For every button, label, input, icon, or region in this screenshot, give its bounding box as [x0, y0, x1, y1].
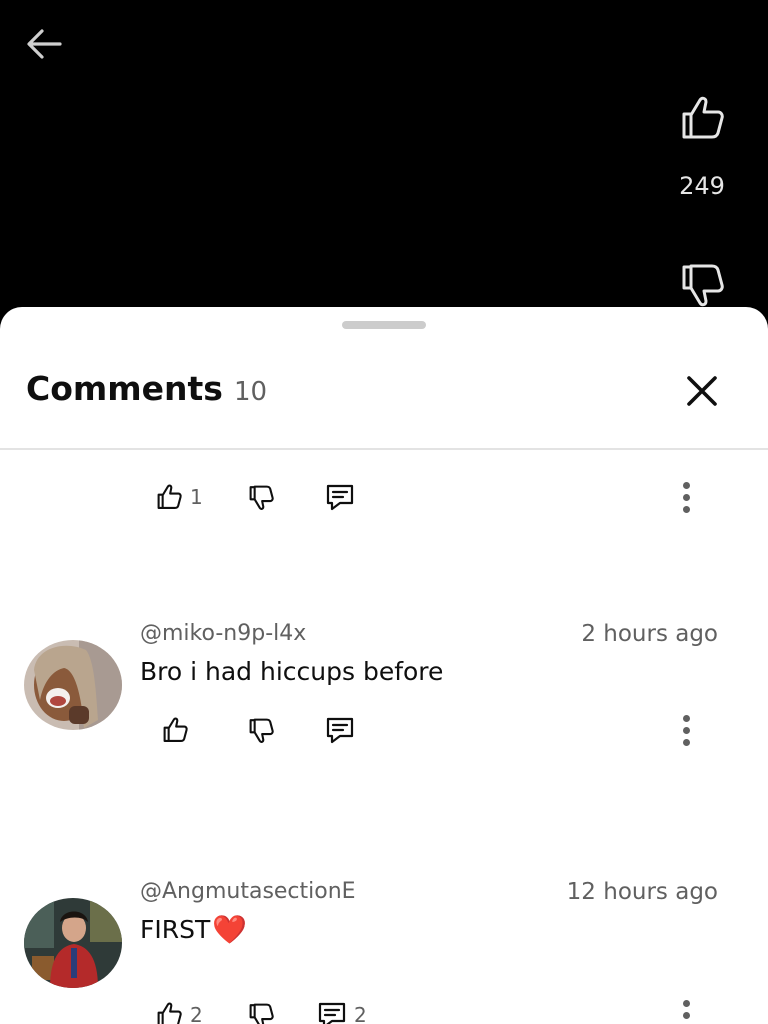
reply-icon — [326, 484, 354, 511]
comment-reply-button[interactable]: 2 — [316, 995, 367, 1024]
thumbs-up-icon — [157, 484, 182, 509]
comment-text: Bro i had hiccups before — [140, 657, 444, 686]
comment-dislike-button[interactable] — [246, 477, 276, 517]
more-vert-icon — [682, 714, 690, 722]
comment-like-count: 2 — [190, 1003, 203, 1024]
avatar-image — [24, 640, 122, 730]
comment-actions — [150, 710, 710, 750]
comment-like-button[interactable] — [160, 710, 196, 750]
video-area: 249 — [0, 0, 768, 330]
comment-actions: 1 — [150, 477, 710, 517]
comment-timestamp: 12 hours ago — [566, 879, 718, 905]
comment-author[interactable]: @AngmutasectionE — [140, 879, 356, 904]
avatar-image — [24, 898, 122, 988]
more-vert-icon — [682, 999, 690, 1007]
comments-title: Comments — [26, 369, 223, 408]
thumbs-down-icon — [682, 264, 724, 307]
more-vert-icon — [682, 481, 690, 489]
video-dislike-button[interactable] — [676, 258, 728, 310]
thumbs-up-icon — [157, 1002, 182, 1024]
more-options-button[interactable] — [674, 477, 698, 517]
comments-count: 10 — [234, 377, 268, 407]
more-options-button[interactable] — [674, 995, 698, 1024]
comment-timestamp: 2 hours ago — [581, 621, 718, 647]
video-like-count: 249 — [679, 172, 725, 200]
heart-emoji: ❤️ — [212, 912, 248, 946]
back-button[interactable] — [24, 24, 72, 64]
comment-reply-button[interactable] — [324, 710, 356, 750]
close-icon — [687, 376, 717, 406]
comments-sheet: Comments 10 1 @miko-n9p-l4x 2 hours ago … — [0, 307, 768, 1024]
comment-dislike-button[interactable] — [246, 710, 276, 750]
comments-header: Comments 10 — [0, 347, 768, 450]
thumbs-down-icon — [249, 1003, 274, 1024]
comment-text: FIRST ❤️ — [140, 915, 247, 944]
drag-handle[interactable] — [342, 321, 426, 329]
comment-like-button[interactable]: 2 — [154, 995, 203, 1024]
comment-reply-button[interactable] — [324, 477, 356, 517]
thumbs-down-icon — [249, 718, 274, 743]
thumbs-down-icon — [249, 485, 274, 510]
comment-like-button[interactable]: 1 — [154, 477, 203, 517]
comment-author[interactable]: @miko-n9p-l4x — [140, 621, 306, 646]
comment-like-count: 1 — [190, 485, 203, 509]
comment-dislike-button[interactable] — [246, 995, 276, 1024]
reply-icon — [318, 1002, 346, 1024]
comment-text-body: FIRST — [140, 915, 211, 944]
comment-actions: 2 2 — [150, 995, 710, 1024]
avatar[interactable] — [24, 898, 122, 988]
video-like-button[interactable] — [676, 92, 728, 144]
more-options-button[interactable] — [674, 710, 698, 750]
back-arrow-icon — [27, 29, 62, 59]
thumbs-up-icon — [163, 717, 188, 742]
comment-reply-count: 2 — [354, 1003, 367, 1024]
close-button[interactable] — [680, 369, 724, 413]
reply-icon — [326, 717, 354, 744]
thumbs-up-icon — [682, 96, 724, 139]
avatar[interactable] — [24, 640, 122, 730]
